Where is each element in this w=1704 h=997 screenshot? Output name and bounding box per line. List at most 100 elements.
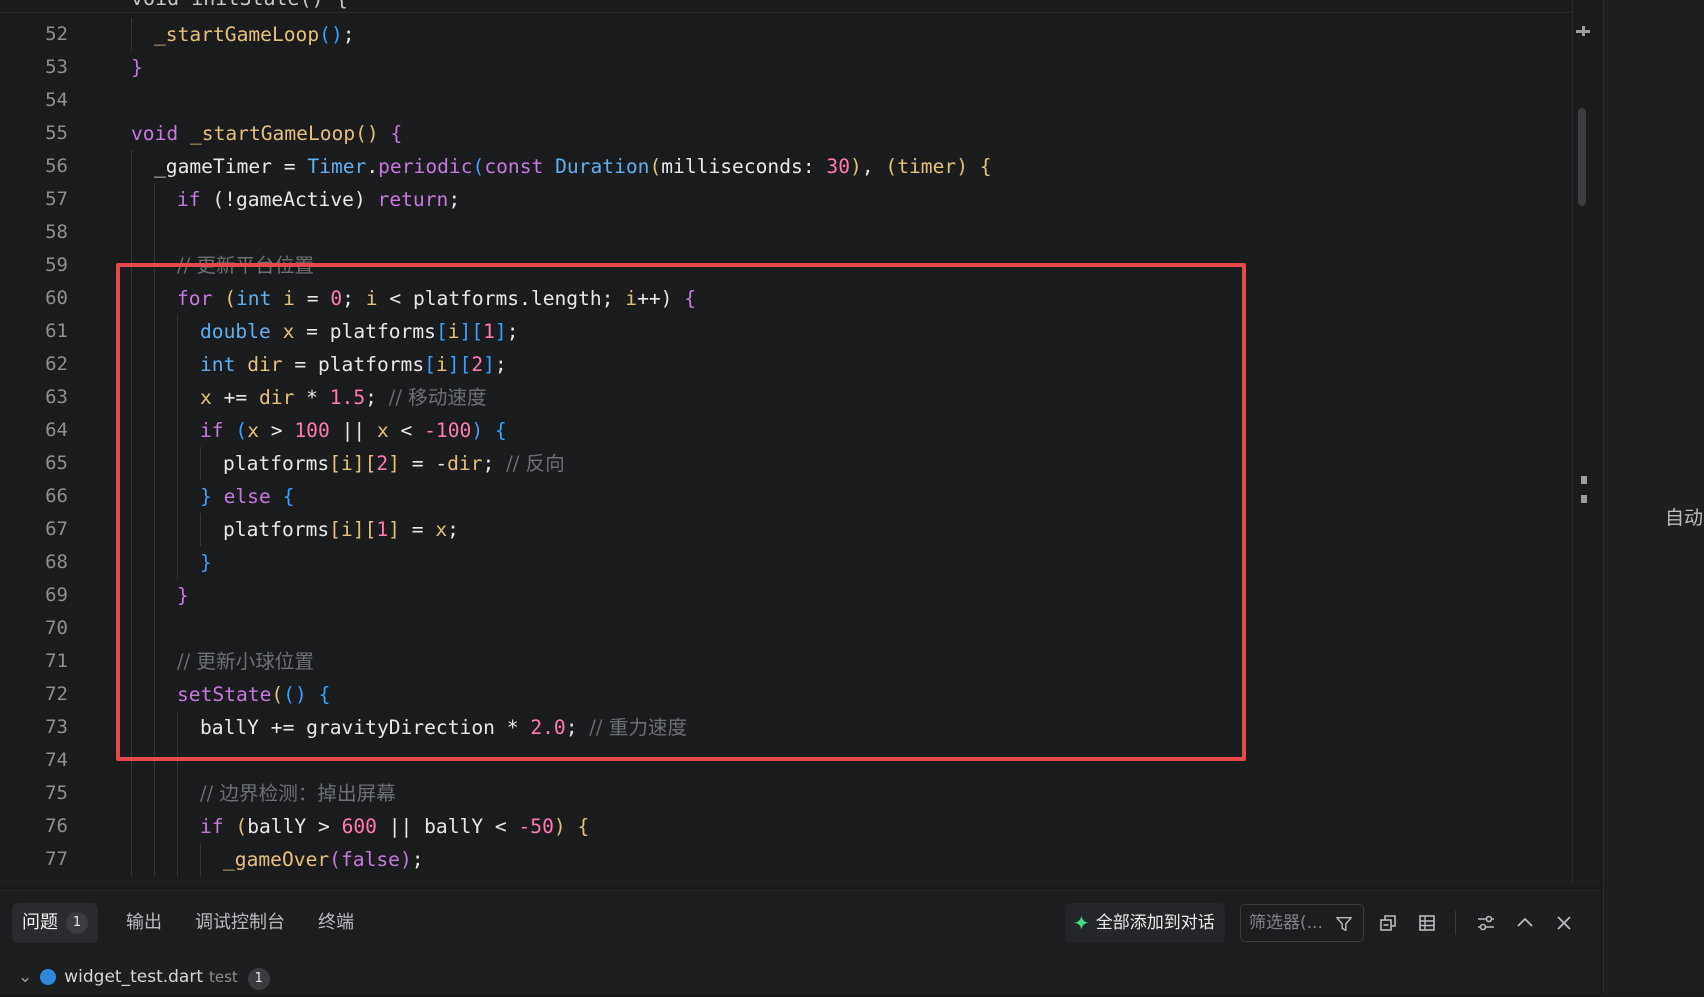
indent-guide [154, 447, 155, 480]
code-line[interactable]: 69} [0, 579, 1560, 612]
indent-guide [154, 381, 155, 414]
close-panel-button[interactable] [1547, 905, 1581, 941]
code-text: if (x > 100 || x < -100) { [200, 414, 507, 447]
indent-guide [177, 513, 178, 546]
code-token: ) [956, 155, 980, 178]
indent-guide [154, 216, 155, 249]
code-token: else [223, 485, 283, 508]
code-token: x [376, 419, 401, 442]
code-token: ( [649, 155, 662, 178]
filter-input[interactable] [1249, 913, 1333, 933]
code-line[interactable]: 59 // 更新平台位置 [0, 249, 1560, 282]
right-pane-label: 自动 [1665, 507, 1704, 529]
code-line[interactable]: 75 // 边界检测：掉出屏幕 [0, 777, 1560, 810]
code-token: int [235, 287, 284, 310]
indent-guide [154, 315, 155, 348]
code-token: } [200, 485, 224, 508]
line-number: 64 [45, 419, 68, 441]
line-number: 71 [45, 650, 68, 672]
code-token: ) [850, 155, 862, 178]
chevron-down-icon[interactable]: ⌄ [18, 967, 32, 987]
code-line[interactable]: 58 [0, 216, 1560, 249]
add-all-to-chat-button[interactable]: ✦ 全部添加到对话 [1065, 903, 1225, 943]
indent-guide [154, 810, 155, 843]
code-line[interactable]: 52 _startGameLoop(); [0, 18, 1560, 51]
table-view-button[interactable] [1410, 905, 1444, 941]
line-number: 70 [45, 617, 68, 639]
code-token: [ [424, 353, 436, 376]
code-token: ( [472, 155, 485, 178]
line-number: 63 [45, 386, 68, 408]
code-token: i [625, 287, 638, 310]
code-token: ( [235, 815, 248, 838]
code-token: periodic [378, 155, 473, 178]
code-line[interactable]: 72 setState(() { [0, 678, 1560, 711]
code-line[interactable]: 62 int dir = platforms[i][2]; [0, 348, 1560, 381]
code-text: _gameOver(false); [223, 843, 424, 876]
settings-button[interactable] [1469, 905, 1503, 941]
tab-label: 终端 [318, 912, 354, 933]
code-text: // 更新平台位置 [177, 249, 314, 282]
line-number: 68 [45, 551, 68, 573]
indent-guide [131, 744, 132, 777]
code-line[interactable]: 67 platforms[i][1] = x; [0, 513, 1560, 546]
code-line[interactable]: 76 if (ballY > 600 || ballY < -50) { [0, 810, 1560, 843]
code-token: = [306, 320, 330, 343]
code-line[interactable]: 56 _gameTimer = Timer.periodic(const Dura… [0, 150, 1560, 183]
code-line[interactable]: 68} [0, 546, 1560, 579]
bottom-panel: 问题 1 输出 调试控制台 终端 ✦ 全部添加到对话 筛选器(... ⌄ wid… [0, 890, 1600, 994]
code-token: // 更新小球位置 [177, 650, 314, 673]
code-line[interactable]: 64 if (x > 100 || x < -100) { [0, 414, 1560, 447]
code-line[interactable]: 57 if (!gameActive) return; [0, 183, 1560, 216]
code-token: = [283, 155, 308, 178]
indent-guide [177, 777, 178, 810]
code-token: dir [258, 386, 307, 409]
maximize-panel-button[interactable] [1508, 905, 1542, 941]
collapse-all-button[interactable] [1371, 905, 1405, 941]
code-line[interactable]: 54 [0, 84, 1560, 117]
tab-output[interactable]: 输出 [116, 903, 172, 943]
code-text: _startGameLoop(); [154, 18, 355, 51]
indent-guide [131, 249, 132, 282]
code-token: gravityDirection [306, 716, 507, 739]
editor-scrollbar-thumb[interactable] [1578, 108, 1586, 206]
tab-problems[interactable]: 问题 1 [12, 903, 98, 943]
tab-debug-console[interactable]: 调试控制台 [185, 903, 295, 943]
editor-scrollbar-track[interactable] [1572, 0, 1603, 885]
code-token: { [390, 122, 403, 145]
code-line[interactable]: 55 void _startGameLoop() { [0, 117, 1560, 150]
tab-terminal[interactable]: 终端 [308, 903, 364, 943]
code-line[interactable]: 77 _gameOver(false); [0, 843, 1560, 876]
code-line[interactable]: 60 for (int i = 0; i < platforms.length; … [0, 282, 1560, 315]
indent-guide [131, 546, 132, 579]
sticky-scroll-header[interactable]: void initState() { [0, 0, 1573, 13]
code-line[interactable]: 66} else { [0, 480, 1560, 513]
code-line[interactable]: 74 [0, 744, 1560, 777]
code-line[interactable]: 61 double x = platforms[i][1]; [0, 315, 1560, 348]
code-line[interactable]: 73 ballY += gravityDirection * 2.0; // 重力… [0, 711, 1560, 744]
code-token: ( [224, 287, 236, 310]
indent-guide [177, 381, 178, 414]
filter-icon[interactable] [1335, 914, 1353, 934]
code-token: ballY [247, 815, 318, 838]
code-line[interactable]: 70 [0, 612, 1560, 645]
indent-guide [131, 678, 132, 711]
code-line[interactable]: 65 platforms[i][2] = -dir; // 反向 [0, 447, 1560, 480]
code-token: ; [506, 320, 519, 343]
code-token: platforms [329, 320, 436, 343]
code-text: } else { [200, 480, 294, 513]
code-line[interactable]: 63 x += dir * 1.5; // 移动速度 [0, 381, 1560, 414]
filter-box[interactable] [1240, 904, 1364, 942]
indent-guide [154, 282, 155, 315]
chevron-up-icon [1517, 917, 1533, 927]
add-all-label: 全部添加到对话 [1095, 913, 1215, 933]
code-text: } [200, 546, 212, 579]
code-editor[interactable]: void initState() { 52_startGameLoop();53… [0, 0, 1573, 885]
code-token: ] [459, 320, 472, 343]
code-token: } [131, 56, 143, 79]
code-token: ] [352, 452, 365, 475]
code-token: () [355, 122, 391, 145]
code-token: ( [235, 419, 248, 442]
code-line[interactable]: 53} [0, 51, 1560, 84]
code-line[interactable]: 71 // 更新小球位置 [0, 645, 1560, 678]
